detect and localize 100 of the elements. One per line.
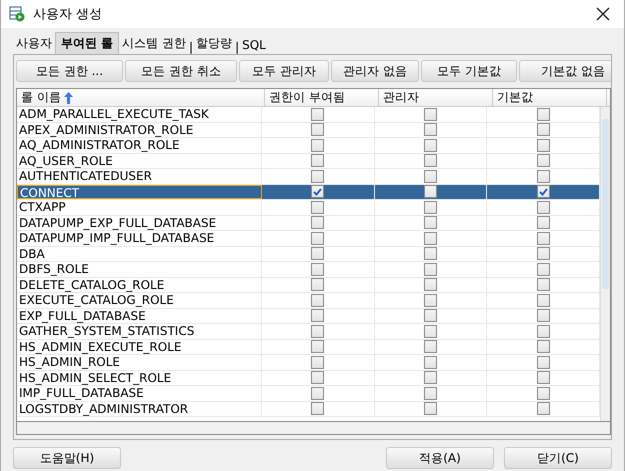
checkbox[interactable] [311,108,324,121]
checkbox[interactable] [424,324,438,338]
table-row[interactable]: LOGSTDBY_ADMINISTRATOR [17,402,600,417]
table-row[interactable]: AQ_USER_ROLE [17,154,600,169]
table-row[interactable]: GATHER_SYSTEM_STATISTICS [17,324,600,340]
table-row[interactable]: HS_ADMIN_EXECUTE_ROLE [17,340,600,355]
checkbox[interactable] [424,278,438,292]
column-header[interactable]: 기본값 [497,89,533,106]
checkbox[interactable] [311,294,324,307]
checkbox[interactable] [536,309,550,322]
checkbox[interactable] [424,294,438,307]
checkbox[interactable] [536,232,550,245]
checkbox[interactable] [424,340,438,354]
checkbox[interactable] [311,247,324,260]
checkbox[interactable] [424,123,438,136]
checkbox[interactable] [536,123,550,136]
table-row[interactable]: CONNECT [17,184,600,200]
tab[interactable]: 부여된 롤 [55,32,120,54]
checkbox[interactable] [424,247,438,260]
checkbox[interactable] [536,340,550,354]
table-row[interactable]: HS_ADMIN_ROLE [17,355,600,370]
checkbox[interactable] [424,170,438,183]
checkbox[interactable] [311,170,324,183]
checkbox[interactable] [536,324,550,338]
checkbox[interactable] [536,216,550,230]
toolbar-button[interactable]: 모두 기본값 [421,60,517,82]
checkbox[interactable] [424,262,438,276]
tab[interactable]: 할당량 [193,33,236,54]
checkbox[interactable] [424,232,438,245]
checkbox[interactable] [311,123,324,136]
dialog-button[interactable]: 닫기(C) [504,447,612,469]
table-row[interactable]: DBA [17,246,600,262]
horizontal-scrollbar[interactable] [17,421,610,434]
table-row[interactable]: ADM_PARALLEL_EXECUTE_TASK [17,107,600,122]
table-row[interactable]: DATAPUMP_IMP_FULL_DATABASE [17,231,600,246]
checkbox[interactable] [536,294,550,307]
toolbar-button[interactable]: 모두 관리자 [239,60,329,82]
checkbox[interactable] [536,371,550,384]
table-row[interactable]: EXP_FULL_DATABASE [17,308,600,324]
toolbar-button[interactable]: 모든 권한 ... [16,60,123,82]
checkbox[interactable] [424,386,438,400]
checkbox[interactable] [536,247,550,260]
checkbox[interactable] [311,154,324,168]
vertical-scrollbar[interactable] [600,107,610,421]
checkbox[interactable] [536,200,550,214]
checkbox[interactable] [424,402,438,416]
column-header[interactable]: 관리자 [383,89,419,106]
checkbox[interactable] [424,309,438,322]
table-row[interactable]: DELETE_CATALOG_ROLE [17,278,600,293]
checkbox[interactable] [536,402,550,416]
tab[interactable]: 시스템 권한 [119,33,190,54]
checkbox[interactable] [311,232,324,245]
checkbox[interactable] [311,356,324,369]
checkbox[interactable] [311,278,324,292]
checkbox[interactable] [311,402,324,416]
table-row[interactable]: DBFS_ROLE [17,262,600,278]
table-row[interactable]: APEX_ADMINISTRATOR_ROLE [17,122,600,138]
checkbox[interactable] [424,371,438,384]
checkbox[interactable] [424,138,438,152]
tab[interactable]: SQL [239,36,269,54]
checkbox[interactable] [536,356,550,369]
checkbox[interactable] [424,108,438,121]
checkbox[interactable] [536,386,550,400]
checkbox[interactable] [424,154,438,168]
checkbox[interactable] [536,185,550,198]
toolbar-button[interactable]: 기본값 없음 [519,60,611,82]
checkbox[interactable] [536,154,550,168]
checkbox[interactable] [311,324,324,338]
checkbox[interactable] [311,309,324,322]
checkbox[interactable] [536,108,550,121]
column-header[interactable]: 권한이 부여됨 [269,89,345,106]
checkbox[interactable] [536,278,550,292]
table-row[interactable]: AQ_ADMINISTRATOR_ROLE [17,138,600,154]
checkbox[interactable] [311,138,324,152]
checkbox[interactable] [424,216,438,230]
checkbox[interactable] [311,386,324,400]
checkbox[interactable] [424,185,438,198]
checkbox[interactable] [311,371,324,384]
toolbar-button[interactable]: 관리자 없음 [331,60,419,82]
toolbar-button[interactable]: 모든 권한 취소 [125,60,237,82]
column-header[interactable]: 롤 이름 [21,89,61,106]
table-row[interactable]: EXECUTE_CATALOG_ROLE [17,293,600,308]
dialog-button[interactable]: 적용(A) [386,447,494,469]
tab[interactable]: 사용자 [13,33,55,54]
table-row[interactable]: HS_ADMIN_SELECT_ROLE [17,370,600,386]
checkbox[interactable] [311,216,324,230]
checkbox[interactable] [536,262,550,276]
table-row[interactable]: IMP_FULL_DATABASE [17,386,600,402]
checkbox[interactable] [424,200,438,214]
checkbox[interactable] [536,170,550,183]
checkbox[interactable] [311,262,324,276]
help-button[interactable]: 도움말(H) [13,447,121,469]
checkbox[interactable] [311,200,324,214]
table-row[interactable]: DATAPUMP_EXP_FULL_DATABASE [17,216,600,231]
checkbox[interactable] [424,356,438,369]
checkbox[interactable] [311,185,324,198]
close-icon[interactable] [596,7,610,21]
checkbox[interactable] [536,138,550,152]
table-row[interactable]: CTXAPP [17,200,600,216]
checkbox[interactable] [311,340,324,354]
